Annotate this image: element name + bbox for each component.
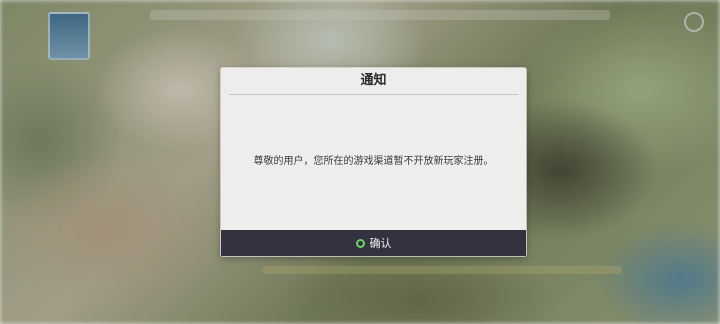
confirm-label: 确认	[369, 237, 392, 250]
title-divider	[229, 94, 518, 95]
notice-dialog: 通知 尊敬的用户，您所在的游戏渠道暂不开放新玩家注册。 确认	[221, 68, 526, 256]
dialog-message: 尊敬的用户，您所在的游戏渠道暂不开放新玩家注册。	[253, 156, 494, 167]
circle-icon	[355, 238, 365, 248]
dialog-title: 通知	[360, 73, 387, 88]
confirm-button[interactable]: 确认	[221, 230, 526, 256]
